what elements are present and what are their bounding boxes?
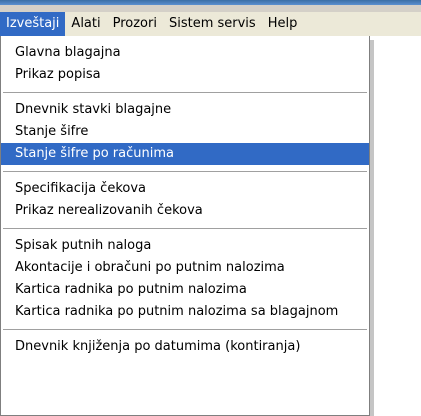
menu-item-specifikacija-cekova[interactable]: Specifikacija čekova xyxy=(1,178,369,200)
menu-separator xyxy=(3,92,367,93)
menubar: Izveštaji Alati Prozori Sistem servis He… xyxy=(0,12,421,36)
menu-item-stanje-sifre[interactable]: Stanje šifre xyxy=(1,121,369,143)
menu-sistem-servis[interactable]: Sistem servis xyxy=(163,12,262,36)
menu-item-akontacije-i-obracuni[interactable]: Akontacije i obračuni po putnim nalozima xyxy=(1,257,369,279)
menu-item-glavna-blagajna[interactable]: Glavna blagajna xyxy=(1,42,369,64)
menu-alati[interactable]: Alati xyxy=(65,12,106,36)
izvestaji-dropdown-menu: Glavna blagajna Prikaz popisa Dnevnik st… xyxy=(0,36,370,416)
menu-item-stanje-sifre-po-racunima[interactable]: Stanje šifre po računima xyxy=(1,143,369,165)
menu-separator xyxy=(3,228,367,229)
menu-item-spisak-putnih-naloga[interactable]: Spisak putnih naloga xyxy=(1,235,369,257)
menu-item-dnevnik-knjizenja-po-datumima[interactable]: Dnevnik knjiženja po datumima (kontiranj… xyxy=(1,336,369,358)
menu-prozori[interactable]: Prozori xyxy=(107,12,163,36)
menu-item-kartica-radnika-po-putnim-nalozima[interactable]: Kartica radnika po putnim nalozima xyxy=(1,279,369,301)
window-title-strip xyxy=(0,0,421,12)
dropdown-shadow xyxy=(370,40,374,416)
menu-separator xyxy=(3,171,367,172)
title-bar-edge xyxy=(0,0,421,5)
menu-help[interactable]: Help xyxy=(262,12,304,36)
menu-item-prikaz-popisa[interactable]: Prikaz popisa xyxy=(1,64,369,86)
menu-item-kartica-radnika-sa-blagajnom[interactable]: Kartica radnika po putnim nalozima sa bl… xyxy=(1,301,369,323)
menu-item-dnevnik-stavki-blagajne[interactable]: Dnevnik stavki blagajne xyxy=(1,99,369,121)
menu-izvestaji[interactable]: Izveštaji xyxy=(0,12,66,36)
menu-separator xyxy=(3,329,367,330)
menu-item-prikaz-nerealizovanih-cekova[interactable]: Prikaz nerealizovanih čekova xyxy=(1,200,369,222)
